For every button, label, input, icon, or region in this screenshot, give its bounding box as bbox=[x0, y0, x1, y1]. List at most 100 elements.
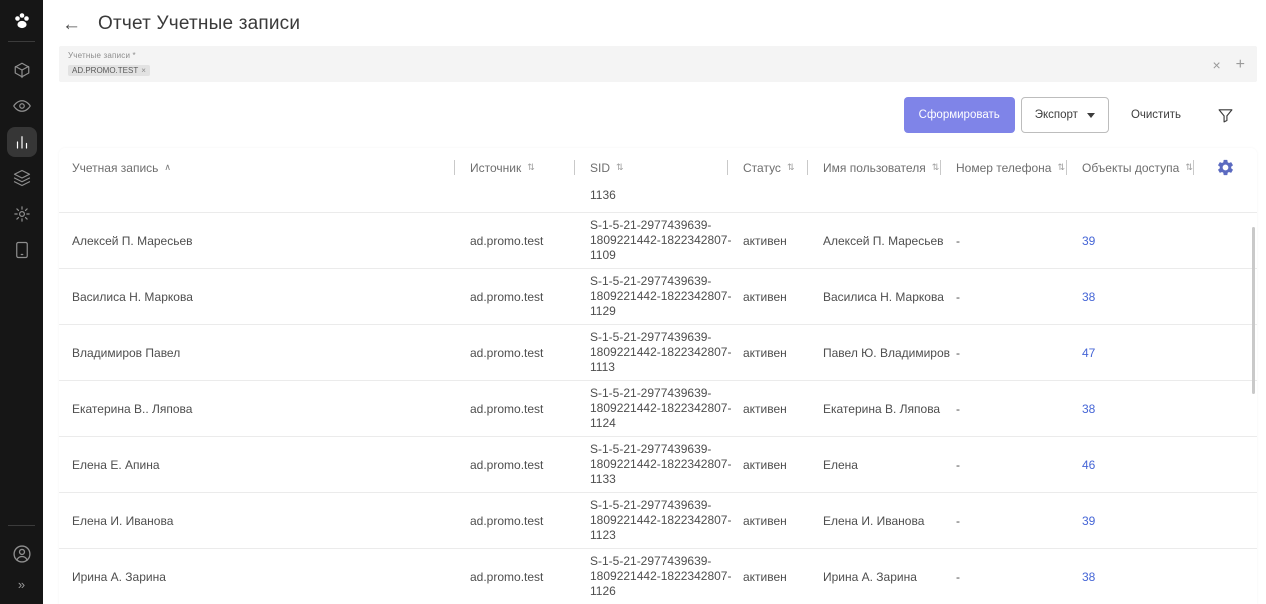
column-label: Объекты доступа bbox=[1082, 160, 1180, 175]
objects-cell: 39 bbox=[1066, 234, 1193, 248]
layers-icon bbox=[13, 169, 30, 187]
user-cell: Елена bbox=[823, 457, 858, 472]
column-header-source[interactable]: Источник ⇅ bbox=[454, 148, 574, 187]
column-divider bbox=[454, 160, 455, 175]
sid-line: 1136 bbox=[590, 188, 616, 202]
sid-line: 1126 bbox=[590, 584, 616, 598]
access-objects-link[interactable]: 38 bbox=[1082, 290, 1095, 304]
sid-cell: S-1-5-21-2977439639- 1809221442-18223428… bbox=[574, 498, 732, 543]
back-button[interactable]: ← bbox=[62, 15, 81, 34]
column-header-account[interactable]: Учетная запись ∧ bbox=[59, 148, 454, 187]
sidebar-item-catalog[interactable] bbox=[7, 55, 37, 85]
table-row[interactable]: Василиса Н. Маркова ad.promo.test S-1-5-… bbox=[59, 269, 1257, 325]
user-cell bbox=[807, 187, 940, 188]
access-objects-link[interactable]: 39 bbox=[1082, 234, 1095, 248]
sidebar-item-settings[interactable] bbox=[7, 199, 37, 229]
source-cell: ad.promo.test bbox=[470, 569, 544, 584]
table-row[interactable]: Владимиров Павел ad.promo.test S-1-5-21-… bbox=[59, 325, 1257, 381]
table-row[interactable]: Алексей П. Маресьев ad.promo.test S-1-5-… bbox=[59, 213, 1257, 269]
objects-cell: 46 bbox=[1066, 458, 1193, 472]
sort-icon[interactable]: ⇅ bbox=[616, 162, 624, 173]
sid-line: 1109 bbox=[590, 248, 616, 262]
eye-icon bbox=[12, 100, 31, 112]
sid-cell: S-1-5-21-2977439639- 1809221442-18223428… bbox=[574, 554, 731, 599]
filter-add-icon[interactable]: + bbox=[1236, 56, 1245, 74]
clear-button[interactable]: Очистить bbox=[1131, 109, 1181, 121]
sidebar-item-monitoring[interactable] bbox=[7, 91, 37, 121]
sidebar-item-devices[interactable] bbox=[7, 235, 37, 265]
column-label: Номер телефона bbox=[956, 160, 1052, 175]
table-row[interactable]: Елена И. Иванова ad.promo.test S-1-5-21-… bbox=[59, 493, 1257, 549]
sid-cell: S-1-5-21-2977439639- 1809221442-18223428… bbox=[574, 218, 732, 263]
user-cell: Павел Ю. Владимиров bbox=[823, 345, 951, 360]
chip-remove-icon[interactable]: × bbox=[141, 66, 146, 75]
column-header-phone[interactable]: Номер телефона ⇅ bbox=[940, 148, 1066, 187]
status-cell: активен bbox=[743, 233, 787, 248]
cube-icon bbox=[14, 62, 29, 79]
sort-asc-icon[interactable]: ∧ bbox=[164, 162, 171, 173]
table-row-partial[interactable]: 1136 bbox=[59, 187, 1257, 213]
account-cell: Василиса Н. Маркова bbox=[72, 289, 193, 304]
column-divider bbox=[1066, 160, 1067, 175]
phone-cell: - bbox=[956, 233, 960, 248]
bar-chart-icon bbox=[16, 136, 27, 149]
column-header-user[interactable]: Имя пользователя ⇅ bbox=[807, 148, 940, 187]
filter-clear-icon[interactable]: × bbox=[1212, 57, 1220, 73]
paw-logo-icon[interactable] bbox=[8, 7, 36, 35]
phone-cell: - bbox=[956, 345, 960, 360]
column-divider bbox=[727, 160, 728, 175]
sid-line: 1809221442-1822342807- bbox=[590, 233, 732, 247]
access-objects-link[interactable]: 46 bbox=[1082, 458, 1095, 472]
account-cell: Ирина А. Зарина bbox=[72, 569, 166, 584]
sid-line: S-1-5-21-2977439639- bbox=[590, 330, 712, 344]
phone-cell: - bbox=[956, 457, 960, 472]
vertical-scrollbar[interactable] bbox=[1252, 227, 1255, 394]
phone-cell: - bbox=[956, 401, 960, 416]
sidebar-item-layers[interactable] bbox=[7, 163, 37, 193]
access-objects-link[interactable]: 38 bbox=[1082, 402, 1095, 416]
source-cell: ad.promo.test bbox=[470, 401, 544, 416]
source-cell: ad.promo.test bbox=[470, 345, 544, 360]
page-header: ← Отчет Учетные записи bbox=[43, 0, 1266, 44]
accounts-filter-field[interactable]: Учетные записи * AD.PROMO.TEST × × + bbox=[59, 46, 1257, 82]
table-row[interactable]: Ирина А. Зарина ad.promo.test S-1-5-21-2… bbox=[59, 549, 1257, 604]
sid-line: 1809221442-1822342807- bbox=[590, 345, 732, 359]
access-objects-link[interactable]: 38 bbox=[1082, 570, 1095, 584]
sort-icon[interactable]: ⇅ bbox=[1057, 162, 1065, 173]
access-objects-link[interactable]: 47 bbox=[1082, 346, 1095, 360]
column-header-status[interactable]: Статус ⇅ bbox=[727, 148, 807, 187]
phone-cell: - bbox=[956, 289, 960, 304]
status-cell: активен bbox=[743, 569, 787, 584]
sidebar-item-account[interactable] bbox=[7, 539, 37, 569]
access-objects-link[interactable]: 39 bbox=[1082, 514, 1095, 528]
sidebar-item-reports[interactable] bbox=[6, 127, 37, 157]
column-header-objects[interactable]: Объекты доступа ⇅ bbox=[1066, 148, 1193, 187]
source-cell: ad.promo.test bbox=[470, 289, 544, 304]
sidebar-expand-button[interactable]: » bbox=[18, 572, 25, 596]
column-label: Статус bbox=[743, 160, 781, 175]
table-settings-gear-icon[interactable] bbox=[1216, 158, 1235, 177]
user-cell: Ирина А. Зарина bbox=[823, 569, 917, 584]
sid-line: S-1-5-21-2977439639- bbox=[590, 386, 712, 400]
sort-icon[interactable]: ⇅ bbox=[527, 162, 535, 173]
filter-funnel-icon[interactable] bbox=[1217, 107, 1234, 124]
export-button-label: Экспорт bbox=[1034, 109, 1078, 121]
table-row[interactable]: Елена Е. Апина ad.promo.test S-1-5-21-29… bbox=[59, 437, 1257, 493]
sid-line: 1113 bbox=[590, 360, 615, 374]
generate-button[interactable]: Сформировать bbox=[903, 97, 1015, 133]
account-cell: Елена Е. Апина bbox=[72, 457, 160, 472]
sort-icon[interactable]: ⇅ bbox=[932, 162, 940, 173]
sidebar-divider bbox=[8, 41, 35, 42]
filter-chip[interactable]: AD.PROMO.TEST × bbox=[68, 65, 150, 76]
status-cell: активен bbox=[743, 401, 787, 416]
gear-icon bbox=[13, 206, 30, 222]
sort-icon[interactable]: ⇅ bbox=[1185, 162, 1193, 173]
export-button[interactable]: Экспорт bbox=[1020, 97, 1109, 133]
sort-icon[interactable]: ⇅ bbox=[787, 162, 795, 173]
account-cell: Екатерина В.. Ляпова bbox=[72, 401, 193, 416]
user-cell: Екатерина В. Ляпова bbox=[823, 401, 941, 416]
column-header-sid[interactable]: SID ⇅ bbox=[574, 148, 727, 187]
account-cell bbox=[59, 187, 454, 188]
sid-line: 1809221442-1822342807- bbox=[590, 513, 732, 527]
table-row[interactable]: Екатерина В.. Ляпова ad.promo.test S-1-5… bbox=[59, 381, 1257, 437]
